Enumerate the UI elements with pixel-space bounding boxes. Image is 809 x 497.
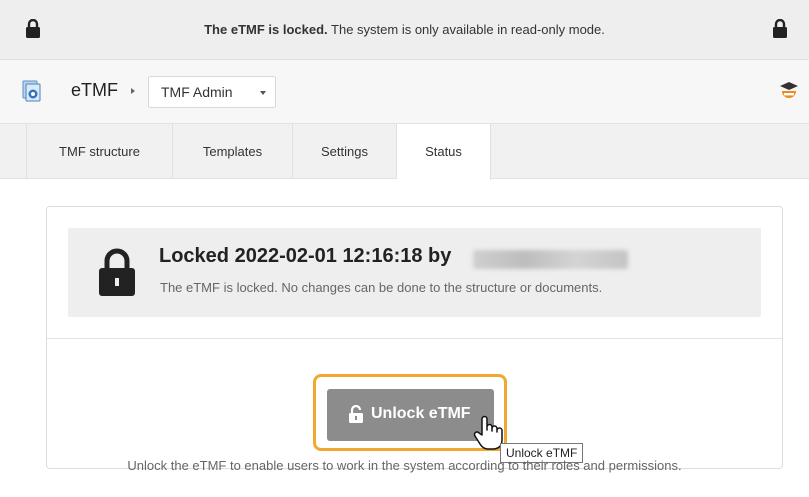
module-dropdown[interactable]: TMF Admin: [148, 76, 276, 108]
chevron-down-icon: [260, 91, 266, 95]
banner-message: The eTMF is locked. The system is only a…: [0, 22, 809, 37]
lock-status-box: Locked 2022-02-01 12:16:18 by The eTMF i…: [68, 228, 761, 317]
unlock-etmf-button-label: Unlock eTMF: [371, 405, 471, 422]
unlock-help-text: Unlock the eTMF to enable users to work …: [127, 458, 682, 473]
redacted-username: [473, 250, 628, 269]
lock-icon: [773, 18, 787, 43]
banner-bold-text: The eTMF is locked.: [204, 22, 328, 37]
unlock-icon: [349, 404, 363, 428]
module-dropdown-label: TMF Admin: [161, 84, 233, 100]
breadcrumb-caret-icon: [131, 88, 135, 94]
tab-tmf-structure[interactable]: TMF structure: [26, 124, 173, 179]
readonly-banner: The eTMF is locked. The system is only a…: [0, 0, 809, 60]
tab-status[interactable]: Status: [397, 124, 491, 180]
banner-text: The system is only available in read-onl…: [327, 22, 605, 37]
tab-bar: TMF structure Templates Settings Status: [0, 124, 809, 180]
graduation-cap-icon[interactable]: [780, 82, 798, 107]
etmf-app-icon[interactable]: [22, 80, 44, 107]
panel-divider: [47, 338, 782, 339]
tab-templates[interactable]: Templates: [173, 124, 293, 179]
lock-icon: [99, 248, 135, 301]
lock-status-description: The eTMF is locked. No changes can be do…: [160, 280, 603, 295]
tab-settings[interactable]: Settings: [293, 124, 397, 179]
app-header: eTMF: [0, 60, 809, 124]
lock-status-title: Locked 2022-02-01 12:16:18 by: [159, 245, 452, 267]
app-name[interactable]: eTMF: [71, 80, 118, 101]
unlock-etmf-button[interactable]: Unlock eTMF: [327, 389, 494, 441]
hand-pointer-icon: [473, 415, 503, 456]
